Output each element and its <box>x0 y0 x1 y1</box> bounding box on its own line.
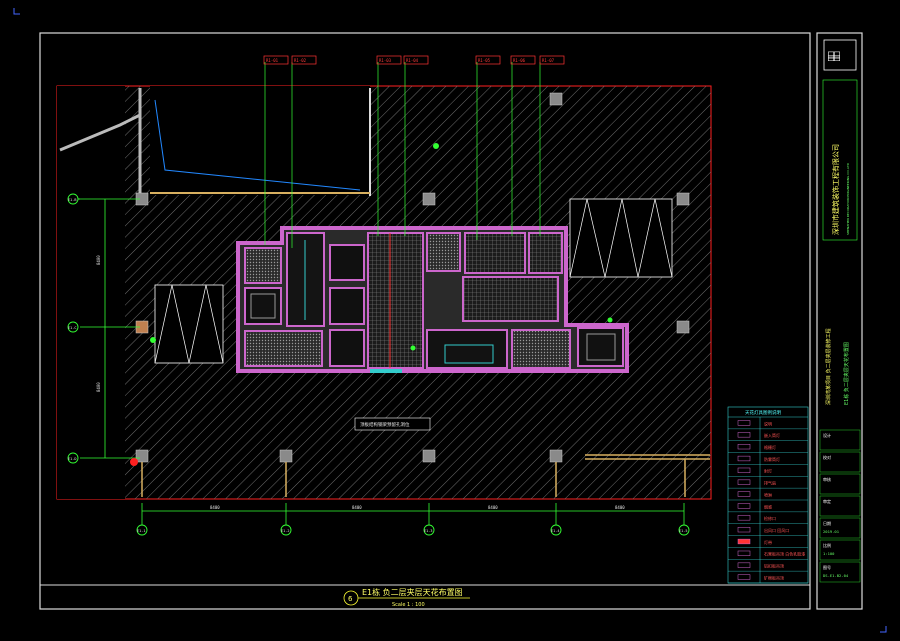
dim-v-1: 8400 <box>96 255 101 265</box>
legend-row-desc: 出风口 回风口 <box>764 527 789 533</box>
legend-row-desc: 检修口 <box>764 515 776 521</box>
dim-h-4: 8400 <box>615 505 625 510</box>
svg-text:E1-D: E1-D <box>68 457 76 461</box>
company-name-en: SHENZHEN DECORATION ENGINEERING CO.,LTD <box>846 162 850 235</box>
callout-tag-7: R1-07 <box>539 55 565 65</box>
alarm-marker <box>130 458 138 466</box>
grid-bubble-col-1: E1-1 <box>136 524 148 536</box>
company-name: 深圳市建筑装饰工程有限公司 <box>831 144 840 235</box>
callout-tag-3: R1-03 <box>376 55 402 65</box>
svg-text:6: 6 <box>348 595 353 603</box>
corner-mark-br <box>880 626 887 633</box>
grid-bubble-col-5: E1-5 <box>678 524 690 536</box>
project-name: 深圳湾某项目 负二层夹层装修工程 <box>825 328 832 405</box>
void-right <box>569 198 673 278</box>
title-block-field-value: 2019.01 <box>823 529 840 534</box>
svg-text:R1-01: R1-01 <box>266 58 279 63</box>
dim-v-2: 8400 <box>96 382 101 392</box>
dim-h-3: 8400 <box>488 505 498 510</box>
callout-tag-6: R1-06 <box>510 55 536 65</box>
cad-drawing-canvas: 8400 8400 8400 8400 8400 8400 E1-B E1-C … <box>13 8 887 633</box>
grid-bubble-col-2: E1-2 <box>280 524 292 536</box>
callout-tag-5: R1-05 <box>475 55 501 65</box>
title-block-fields: 设计校对审核审定日期 2019.01 比例 1:100 图号 DS-E1-B2-04 <box>819 429 861 583</box>
sheet-name: E1栋 负二层夹层天花布置图 <box>843 342 850 405</box>
svg-text:E1-3: E1-3 <box>424 529 432 533</box>
dim-h-1: 8400 <box>210 505 220 510</box>
svg-text:R1-07: R1-07 <box>542 58 555 63</box>
legend-row-desc: 石膏板吊顶 白色乳胶漆 <box>764 551 805 557</box>
legend-symbol-icon <box>737 538 751 545</box>
title-block-field-label: 日期 <box>823 520 831 526</box>
title-block-field-value: 1:100 <box>823 551 835 556</box>
legend-row-desc: 烟感 <box>764 503 772 509</box>
title-block-field-label: 审核 <box>823 476 831 482</box>
callout-tag-4: R1-04 <box>403 55 429 65</box>
svg-text:E1-5: E1-5 <box>679 529 687 533</box>
fixture-marker <box>410 345 416 351</box>
title-block-field-label: 比例 <box>823 542 831 548</box>
fixture-marker <box>607 317 613 323</box>
legend-row-desc: 嵌入筒灯 <box>764 432 780 438</box>
legend-row-desc: 喷淋 <box>764 491 772 497</box>
title-block-field-label: 校对 <box>823 454 831 460</box>
legend-row-desc: 灯带 <box>764 539 772 545</box>
void-left-well <box>154 284 224 364</box>
fixture-marker <box>150 337 156 343</box>
svg-text:E1-B: E1-B <box>68 198 76 202</box>
callout-tag-2: R1-02 <box>291 55 317 65</box>
legend-row-desc: 格栅灯 <box>764 444 776 450</box>
dim-horizontal <box>141 503 685 525</box>
fixture-marker <box>433 143 439 149</box>
legend-row-desc: 射灯 <box>764 468 772 474</box>
svg-text:R1-02: R1-02 <box>294 58 307 63</box>
legend-row-desc: 说明 <box>764 420 772 426</box>
svg-text:E1-4: E1-4 <box>551 529 559 533</box>
drawing-title: E1栋 负二层夹层天花布置图 <box>362 587 463 597</box>
title-block-field-value: DS-E1-B2-04 <box>823 573 849 578</box>
legend-row-desc: 矿棉板吊顶 <box>764 574 784 580</box>
drawing-title-block: 6 E1栋 负二层夹层天花布置图 Scale 1 : 100 <box>40 584 810 608</box>
stair-void <box>150 86 370 195</box>
svg-text:E1-C: E1-C <box>68 326 76 330</box>
svg-text:R1-03: R1-03 <box>379 58 392 63</box>
svg-text:顶板结构钢梁预留孔洞位: 顶板结构钢梁预留孔洞位 <box>360 421 410 428</box>
svg-text:E1-1: E1-1 <box>137 529 145 533</box>
title-block-field-label: 审定 <box>823 498 831 504</box>
svg-text:R1-05: R1-05 <box>478 58 491 63</box>
dim-h-2: 8400 <box>352 505 362 510</box>
legend-row-desc: 铝扣板吊顶 <box>764 563 784 569</box>
title-block-field-label: 图号 <box>823 564 831 570</box>
legend-row-desc: 排气扇 <box>764 480 776 486</box>
svg-text:⌸⌸: ⌸⌸ <box>828 51 840 63</box>
callout-tag-1: R1-01 <box>263 55 289 65</box>
grid-bubble-col-4: E1-4 <box>550 524 562 536</box>
svg-text:R1-06: R1-06 <box>513 58 526 63</box>
title-block-field-label: 设计 <box>823 432 831 438</box>
title-block-company-box <box>822 79 858 241</box>
legend-title: 天花灯具图例说明 <box>745 409 781 416</box>
grid-bubble-col-3: E1-3 <box>423 524 435 536</box>
corner-mark-tl <box>13 8 20 15</box>
svg-text:E1-2: E1-2 <box>281 529 289 533</box>
note-label: 顶板结构钢梁预留孔洞位 <box>354 417 431 431</box>
drawing-scale: Scale 1 : 100 <box>392 602 425 608</box>
svg-text:R1-04: R1-04 <box>406 58 419 63</box>
legend-row-desc: 防雾筒灯 <box>764 456 780 462</box>
title-block-logo: ⌸⌸ <box>823 39 857 71</box>
